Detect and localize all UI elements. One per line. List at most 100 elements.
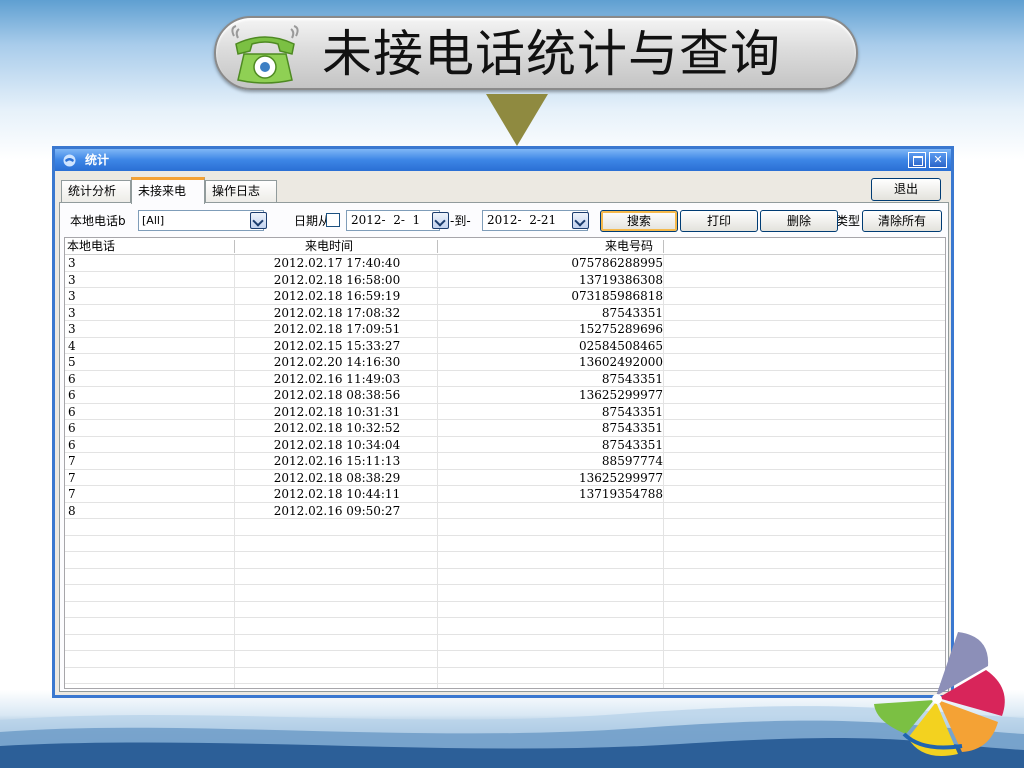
table-row[interactable] xyxy=(65,635,945,651)
cell-call-time xyxy=(235,569,439,585)
cell-local-phone xyxy=(68,602,228,618)
cell-local-phone xyxy=(68,635,228,651)
table-row[interactable]: 3 2012.02.18 16:58:00 13719386308 xyxy=(65,272,945,288)
cell-local-phone xyxy=(68,519,228,535)
local-phone-label: 本地电话b xyxy=(70,214,126,228)
cell-local-phone xyxy=(68,618,228,634)
search-button[interactable]: 搜索 xyxy=(600,210,678,232)
table-row[interactable]: 3 2012.02.17 17:40:40 075786288995 xyxy=(65,255,945,272)
cell-call-time: 2012.02.18 17:08:32 xyxy=(273,305,401,320)
date-to-dropdown-button[interactable] xyxy=(572,212,589,229)
table-row[interactable]: 4 2012.02.15 15:33:27 02584508465 xyxy=(65,338,945,354)
cell-caller-number xyxy=(441,618,663,634)
cell-caller-number xyxy=(441,668,663,684)
cell-local-phone: 5 xyxy=(68,355,76,369)
table-row[interactable]: 5 2012.02.20 14:16:30 13602492000 xyxy=(65,354,945,371)
cell-call-time: 2012.02.15 15:33:27 xyxy=(273,338,401,353)
table-row[interactable]: 7 2012.02.18 08:38:29 13625299977 xyxy=(65,470,945,486)
cell-caller-number: 075786288995 xyxy=(571,256,663,270)
cell-local-phone: 3 xyxy=(68,322,76,336)
table-row[interactable]: 6 2012.02.18 10:32:52 87543351 xyxy=(65,420,945,437)
cell-call-time: 2012.02.17 17:40:40 xyxy=(273,256,401,270)
cell-call-time xyxy=(235,618,439,634)
cell-call-time: 2012.02.18 10:34:04 xyxy=(273,437,401,452)
table-row[interactable] xyxy=(65,651,945,668)
table-row[interactable] xyxy=(65,618,945,635)
table-row[interactable] xyxy=(65,536,945,552)
print-button[interactable]: 打印 xyxy=(680,210,758,232)
table-row[interactable] xyxy=(65,519,945,536)
cell-caller-number: 02584508465 xyxy=(579,338,663,353)
cell-caller-number xyxy=(441,552,663,568)
cell-call-time xyxy=(235,602,439,618)
maximize-button[interactable] xyxy=(908,152,926,168)
table-row[interactable]: 6 2012.02.18 10:34:04 87543351 xyxy=(65,437,945,453)
table-body: 3 2012.02.17 17:40:40 075786288995 3 2012.02… xyxy=(65,255,945,684)
close-button[interactable]: ✕ xyxy=(929,152,947,168)
table-row[interactable]: 7 2012.02.18 10:44:11 13719354788 xyxy=(65,486,945,503)
column-header-local-phone[interactable]: 本地电话 xyxy=(67,238,115,255)
cell-local-phone: 3 xyxy=(68,305,76,320)
table-row[interactable] xyxy=(65,585,945,602)
cell-caller-number: 13602492000 xyxy=(579,355,663,369)
delete-button[interactable]: 删除 xyxy=(760,210,838,232)
missed-calls-panel: 本地电话b [All] 日期从 2012- 2- 1 -到- 2012- 2-2… xyxy=(59,202,949,692)
cell-caller-number xyxy=(441,569,663,585)
table-row[interactable] xyxy=(65,602,945,618)
cell-caller-number xyxy=(441,503,663,519)
cell-local-phone: 7 xyxy=(68,454,76,468)
table-row[interactable]: 6 2012.02.18 10:31:31 87543351 xyxy=(65,404,945,420)
table-row[interactable]: 6 2012.02.18 08:38:56 13625299977 xyxy=(65,387,945,404)
local-phone-select[interactable]: [All] xyxy=(138,210,264,231)
window-client-area: 统计分析 未接来电 操作日志 退出 本地电话b [All] 日期从 2012- … xyxy=(55,171,951,695)
missed-calls-table[interactable]: 本地电话 来电时间 来电号码 3 2012.02.17 17:40:40 07578… xyxy=(64,237,946,689)
tab-statistics-analysis[interactable]: 统计分析 xyxy=(61,180,131,203)
local-phone-dropdown-button[interactable] xyxy=(250,212,267,229)
date-from-dropdown-button[interactable] xyxy=(432,212,449,229)
cell-call-time: 2012.02.18 10:32:52 xyxy=(273,421,401,435)
window-title: 统计 xyxy=(85,153,110,167)
cell-local-phone: 3 xyxy=(68,272,76,287)
table-row[interactable]: 7 2012.02.16 15:11:13 88597774 xyxy=(65,453,945,470)
cell-local-phone xyxy=(68,585,228,601)
table-row[interactable]: 3 2012.02.18 17:08:32 87543351 xyxy=(65,305,945,321)
exit-button[interactable]: 退出 xyxy=(871,178,941,201)
filter-toolbar: 本地电话b [All] 日期从 2012- 2- 1 -到- 2012- 2-2… xyxy=(60,209,950,233)
pinwheel-logo-icon xyxy=(874,632,1005,756)
column-separator[interactable] xyxy=(663,240,664,253)
table-row[interactable] xyxy=(65,569,945,585)
table-row[interactable]: 6 2012.02.16 11:49:03 87543351 xyxy=(65,371,945,387)
cell-caller-number: 15275289696 xyxy=(579,322,663,336)
app-icon xyxy=(63,154,76,167)
cell-caller-number: 87543351 xyxy=(601,404,663,419)
cell-caller-number: 87543351 xyxy=(601,437,663,452)
cell-call-time: 2012.02.18 16:59:19 xyxy=(273,289,401,303)
tab-operation-log[interactable]: 操作日志 xyxy=(205,180,277,203)
cell-local-phone xyxy=(68,668,228,684)
cell-local-phone: 3 xyxy=(68,256,76,270)
date-from-checkbox[interactable] xyxy=(326,213,340,227)
table-row[interactable] xyxy=(65,668,945,684)
clear-all-button[interactable]: 清除所有 xyxy=(862,210,942,232)
table-row[interactable]: 3 2012.02.18 16:59:19 073185986818 xyxy=(65,288,945,305)
column-header-caller-number[interactable]: 来电号码 xyxy=(605,238,653,255)
window-titlebar[interactable]: 统计 ✕ xyxy=(55,149,951,171)
table-row[interactable] xyxy=(65,552,945,569)
cell-call-time: 2012.02.18 17:09:51 xyxy=(273,322,401,336)
cell-caller-number: 87543351 xyxy=(601,371,663,386)
column-separator[interactable] xyxy=(437,240,438,253)
cell-call-time xyxy=(235,552,439,568)
cell-local-phone: 6 xyxy=(68,404,76,419)
table-row[interactable]: 8 2012.02.16 09:50:27 xyxy=(65,503,945,519)
cell-local-phone: 4 xyxy=(68,338,76,353)
column-header-call-time[interactable]: 来电时间 xyxy=(305,238,353,255)
cell-local-phone: 6 xyxy=(68,437,76,452)
cell-local-phone xyxy=(68,552,228,568)
cell-caller-number: 87543351 xyxy=(601,305,663,320)
table-row[interactable]: 3 2012.02.18 17:09:51 15275289696 xyxy=(65,321,945,338)
date-from-input[interactable]: 2012- 2- 1 xyxy=(346,210,440,231)
cell-call-time xyxy=(235,519,439,535)
cell-caller-number xyxy=(441,651,663,667)
tab-missed-calls[interactable]: 未接来电 xyxy=(131,177,205,204)
column-separator[interactable] xyxy=(234,240,235,253)
